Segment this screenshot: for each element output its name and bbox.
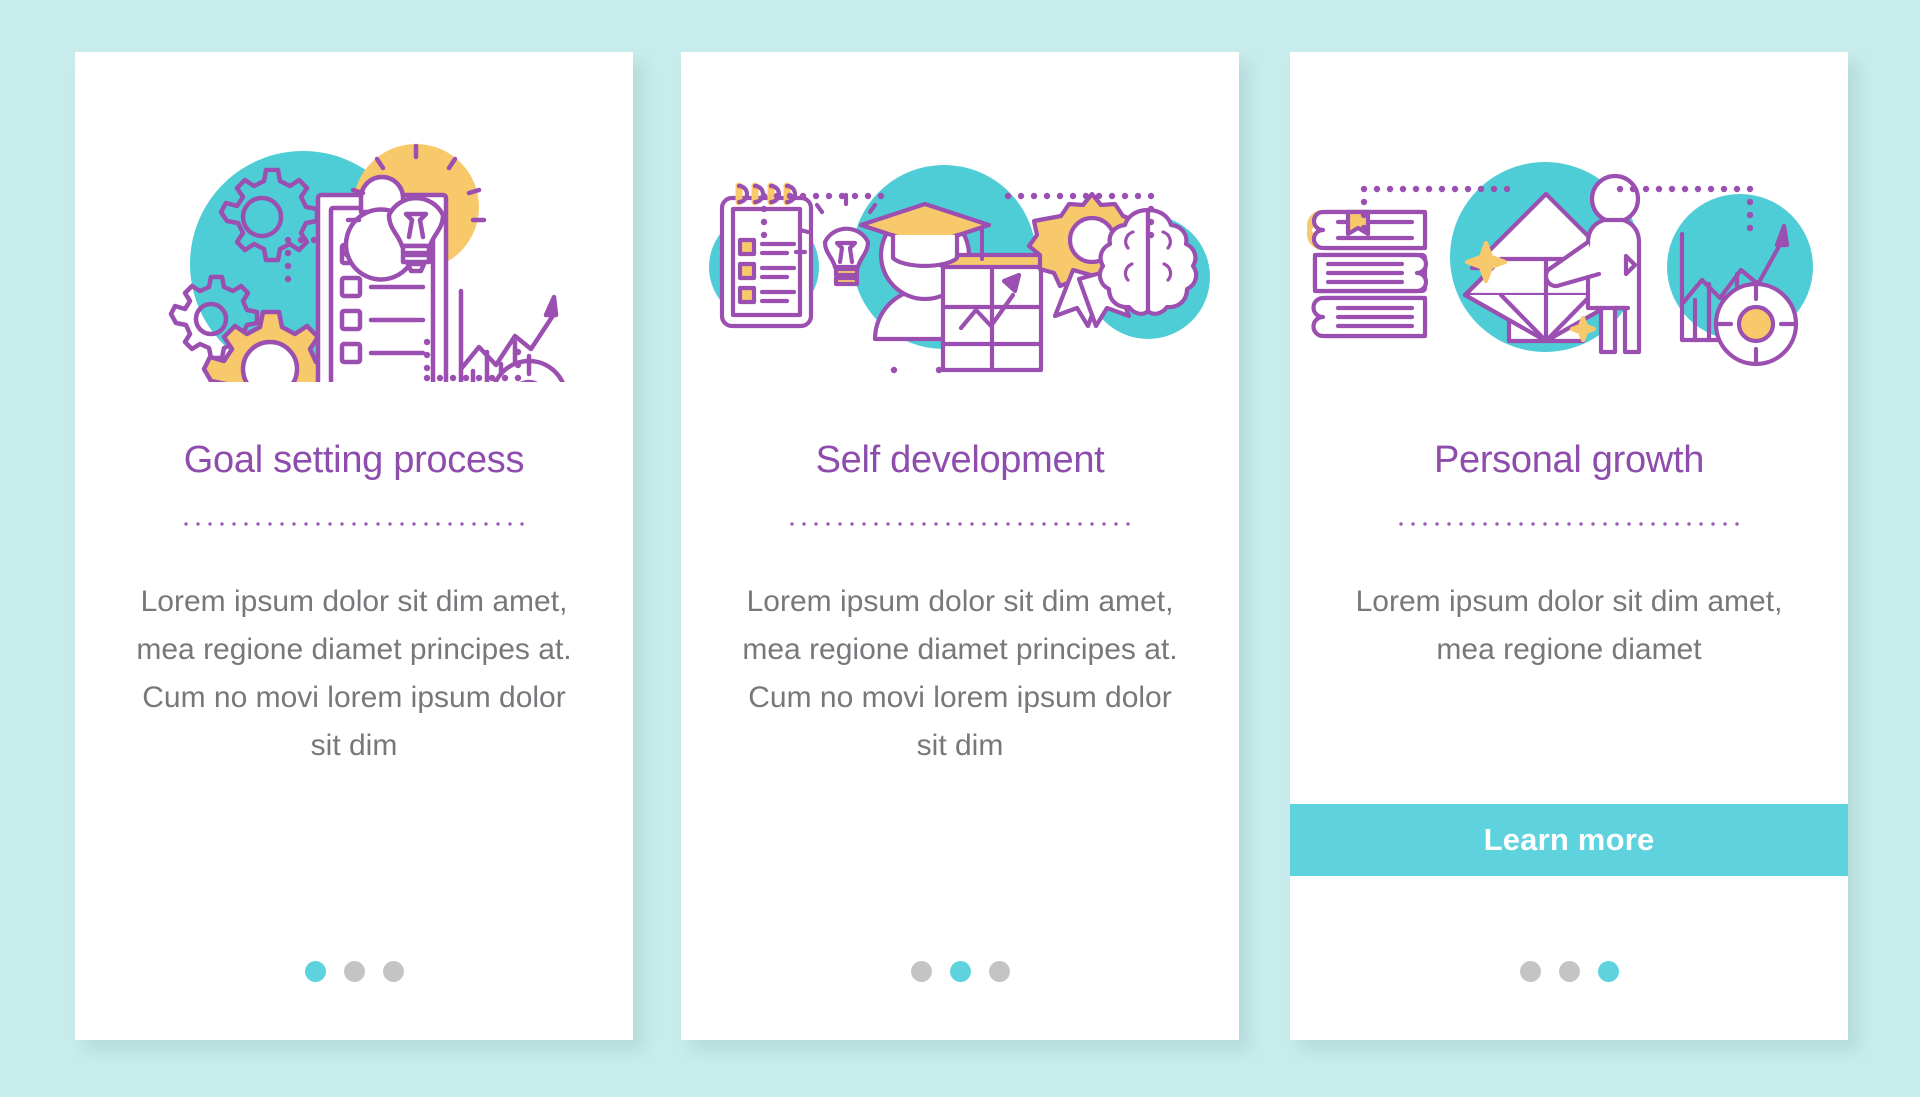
illustration-personal-growth — [1290, 52, 1848, 382]
title-divider — [179, 521, 529, 526]
pagination-dot-2[interactable] — [949, 961, 971, 982]
notepad-checklist-icon — [719, 182, 814, 329]
onboarding-card-personal-growth: Personal growth Lorem ipsum dolor sit di… — [1290, 52, 1848, 1040]
pagination-dot-3[interactable] — [1597, 961, 1619, 982]
illustration-goal-setting — [75, 52, 633, 382]
book-stack-icon — [1306, 209, 1429, 339]
onboarding-card-goal-setting-process: Goal setting process Lorem ipsum dolor s… — [75, 52, 633, 1040]
pagination-dot-2[interactable] — [1558, 961, 1580, 982]
pagination-dot-3[interactable] — [382, 961, 404, 982]
card-body-text: Lorem ipsum dolor sit dim amet, mea regi… — [1355, 584, 1783, 666]
card-body-text: Lorem ipsum dolor sit dim amet, mea regi… — [136, 584, 572, 762]
pagination-dots — [681, 961, 1239, 982]
card-title: Personal growth — [1433, 439, 1705, 481]
pagination-dot-1[interactable] — [910, 961, 932, 982]
cards-container: Goal setting process Lorem ipsum dolor s… — [0, 0, 1920, 1097]
title-divider — [1394, 521, 1744, 526]
pagination-dot-1[interactable] — [1519, 961, 1541, 982]
illustration-self-development — [681, 52, 1239, 382]
pagination-dots — [75, 961, 633, 982]
title-divider — [785, 521, 1135, 526]
pagination-dot-1[interactable] — [304, 961, 326, 982]
pagination-dot-2[interactable] — [343, 961, 365, 982]
onboarding-screens-stage: Goal setting process Lorem ipsum dolor s… — [0, 0, 1920, 1097]
pagination-dots — [1290, 961, 1848, 982]
card-title: Goal setting process — [183, 439, 525, 481]
pagination-dot-3[interactable] — [988, 961, 1010, 982]
card-title: Self development — [815, 439, 1105, 481]
card-body-text: Lorem ipsum dolor sit dim amet, mea regi… — [742, 584, 1178, 762]
learn-more-button[interactable]: Learn more — [1290, 804, 1848, 876]
onboarding-card-self-development: Self development Lorem ipsum dolor sit d… — [681, 52, 1239, 1040]
